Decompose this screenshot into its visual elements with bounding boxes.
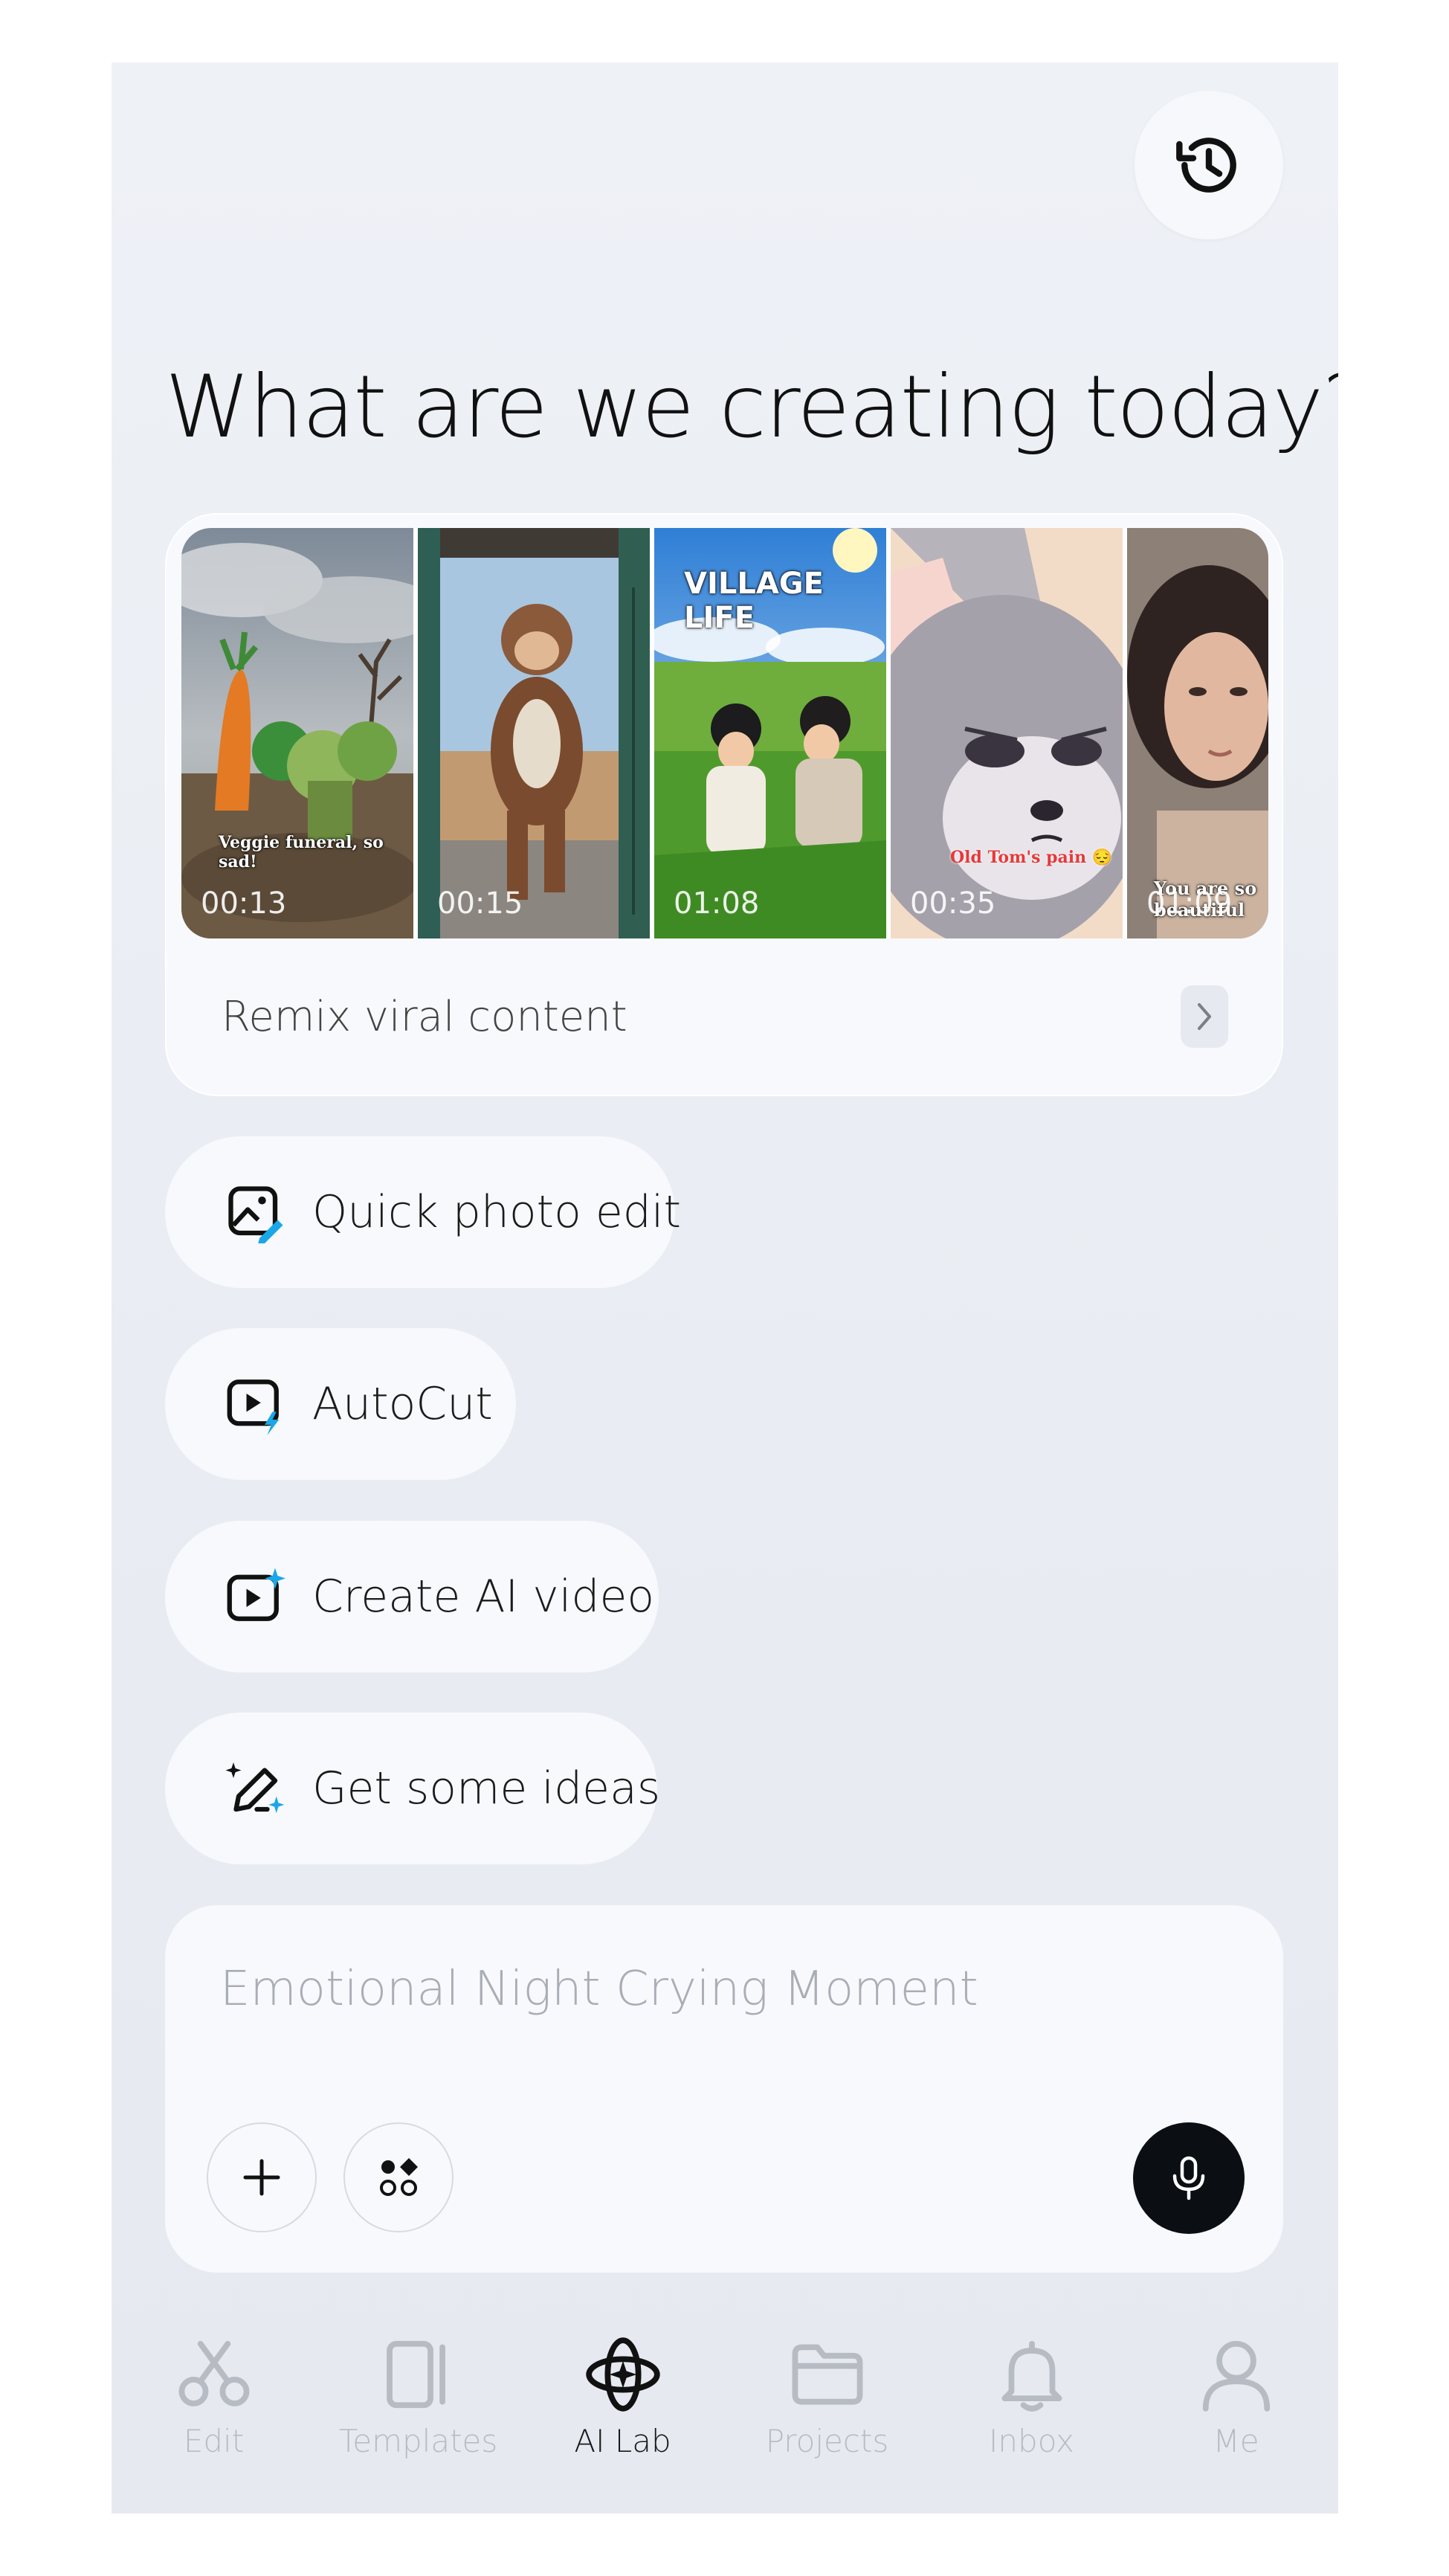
remix-label: Remix viral content bbox=[222, 992, 627, 1041]
app-screen: What are we creating today? Veggie funer… bbox=[112, 62, 1338, 2514]
remix-thumbnail[interactable]: Old Tom's pain 😔 00:35 bbox=[891, 528, 1123, 938]
tab-label: Projects bbox=[765, 2423, 889, 2459]
folder-icon bbox=[792, 2344, 862, 2405]
bell-icon bbox=[1001, 2340, 1062, 2412]
plus-icon bbox=[243, 2159, 280, 2196]
bottom-tab-bar: Edit Templates AI Lab Projects Inbox Me bbox=[112, 2323, 1338, 2514]
add-button[interactable] bbox=[207, 2122, 317, 2232]
tab-me[interactable]: Me bbox=[1134, 2323, 1338, 2514]
get-some-ideas-button[interactable]: Get some ideas bbox=[165, 1713, 661, 1864]
chevron-right-icon[interactable] bbox=[1181, 985, 1228, 1048]
tab-label: Me bbox=[1213, 2423, 1259, 2459]
ideas-pencil-icon bbox=[225, 1762, 285, 1814]
history-button[interactable] bbox=[1135, 91, 1283, 239]
ai-lab-icon bbox=[585, 2337, 660, 2412]
thumbnail-duration: 00:35 bbox=[910, 886, 996, 921]
tab-label: Templates bbox=[338, 2423, 498, 2459]
autocut-label: AutoCut bbox=[312, 1378, 493, 1430]
get-some-ideas-label: Get some ideas bbox=[312, 1762, 661, 1815]
thumbnail-duration: 01:08 bbox=[674, 886, 760, 921]
prompt-input[interactable]: Emotional Night Crying Moment bbox=[220, 1962, 978, 2017]
tab-label: AI Lab bbox=[574, 2423, 671, 2459]
tab-label: Edit bbox=[183, 2423, 245, 2459]
apps-icon bbox=[380, 2158, 418, 2196]
thumbnail-duration: 01:09 bbox=[1146, 886, 1233, 921]
thumbnail-duration: 00:15 bbox=[437, 886, 523, 921]
voice-input-button[interactable] bbox=[1133, 2122, 1245, 2234]
thumbnail-image bbox=[418, 528, 650, 938]
remix-thumbnail[interactable]: VILLAGE LIFE 01:08 bbox=[654, 528, 886, 938]
tab-edit[interactable]: Edit bbox=[112, 2323, 316, 2514]
create-ai-video-button[interactable]: Create AI video bbox=[165, 1521, 659, 1672]
thumbnail-image bbox=[181, 528, 413, 938]
tab-label: Inbox bbox=[989, 2423, 1074, 2459]
scissors-icon bbox=[178, 2340, 249, 2406]
ai-video-icon bbox=[227, 1568, 285, 1621]
photo-edit-icon bbox=[228, 1186, 283, 1243]
tab-projects[interactable]: Projects bbox=[725, 2323, 929, 2514]
autocut-icon bbox=[227, 1379, 280, 1435]
create-ai-video-label: Create AI video bbox=[312, 1571, 655, 1623]
tab-ai-lab[interactable]: AI Lab bbox=[520, 2323, 725, 2514]
thumbnail-duration: 00:13 bbox=[201, 886, 287, 921]
thumbnail-caption: Old Tom's pain 😔 bbox=[950, 848, 1113, 867]
thumbnail-caption: VILLAGE LIFE bbox=[684, 567, 824, 635]
quick-photo-edit-label: Quick photo edit bbox=[312, 1186, 682, 1238]
page-title: What are we creating today? bbox=[165, 357, 1338, 457]
history-icon bbox=[1176, 138, 1236, 193]
quick-photo-edit-button[interactable]: Quick photo edit bbox=[165, 1136, 681, 1288]
thumbnail-image bbox=[891, 528, 1123, 938]
thumbnail-caption: Veggie funeral, so sad! bbox=[219, 833, 384, 872]
profile-icon bbox=[1202, 2340, 1270, 2412]
tools-button[interactable] bbox=[343, 2122, 454, 2232]
prompt-composer: Emotional Night Crying Moment bbox=[165, 1905, 1283, 2273]
tab-inbox[interactable]: Inbox bbox=[929, 2323, 1134, 2514]
remix-card[interactable]: Veggie funeral, so sad! 00:13 00:15 VILL… bbox=[165, 513, 1283, 1096]
remix-thumbnail[interactable]: You are so beautiful 01:09 bbox=[1127, 528, 1268, 938]
remix-thumbnail[interactable]: 00:15 bbox=[418, 528, 650, 938]
remix-thumbnail-strip[interactable]: Veggie funeral, so sad! 00:13 00:15 VILL… bbox=[181, 528, 1268, 938]
remix-viral-content-row[interactable]: Remix viral content bbox=[167, 938, 1282, 1095]
tab-templates[interactable]: Templates bbox=[316, 2323, 520, 2514]
autocut-button[interactable]: AutoCut bbox=[165, 1328, 516, 1480]
templates-icon bbox=[386, 2340, 445, 2409]
microphone-icon bbox=[1172, 2156, 1205, 2200]
remix-thumbnail[interactable]: Veggie funeral, so sad! 00:13 bbox=[181, 528, 413, 938]
